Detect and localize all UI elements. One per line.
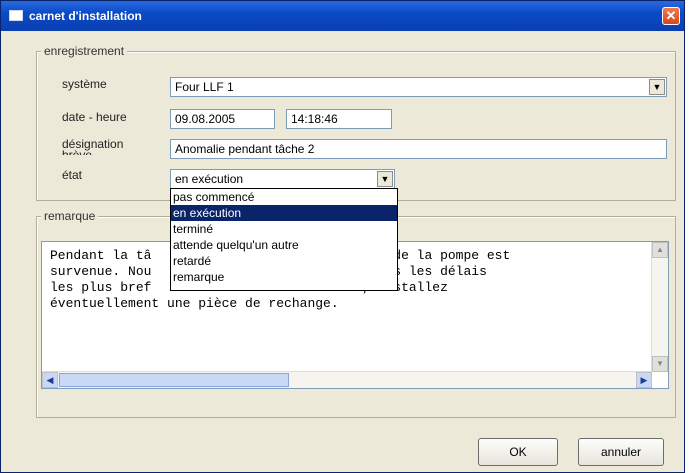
designation-value: Anomalie pendant tâche 2 <box>175 142 315 156</box>
dropdown-option[interactable]: pas commencé <box>171 189 397 205</box>
window-title: carnet d'installation <box>29 9 142 23</box>
remark-line-3: les plus bref <box>50 280 152 295</box>
window-icon <box>9 10 23 21</box>
date-value: 09.08.2005 <box>175 112 236 126</box>
designation-field[interactable]: Anomalie pendant tâche 2 <box>170 139 667 159</box>
vertical-scrollbar[interactable]: ▲ ▼ <box>651 242 668 372</box>
ok-button[interactable]: OK <box>478 438 558 466</box>
horizontal-scrollbar[interactable]: ◀ ▶ <box>42 371 652 388</box>
close-icon: ✕ <box>665 8 677 23</box>
dropdown-option[interactable]: attende quelqu'un autre <box>171 237 397 253</box>
designation-label-cut: brève <box>62 149 92 155</box>
scroll-left-icon[interactable]: ◀ <box>42 372 58 388</box>
time-value: 14:18:46 <box>291 112 338 126</box>
datetime-label: date - heure <box>62 110 127 124</box>
scroll-up-icon[interactable]: ▲ <box>652 242 668 258</box>
state-dropdown-list[interactable]: pas commencé en exécution terminé attend… <box>170 188 398 291</box>
dropdown-option[interactable]: retardé <box>171 253 397 269</box>
close-button[interactable]: ✕ <box>662 7 680 25</box>
chevron-down-icon[interactable]: ▼ <box>377 171 393 187</box>
installation-log-dialog: carnet d'installation ✕ enregistrement s… <box>0 0 685 473</box>
dropdown-option[interactable]: terminé <box>171 221 397 237</box>
scroll-down-icon[interactable]: ▼ <box>652 356 668 372</box>
remark-line-1: Pendant la tâ <box>50 248 152 263</box>
dropdown-option-selected[interactable]: en exécution <box>171 205 397 221</box>
chevron-down-icon[interactable]: ▼ <box>649 79 665 95</box>
system-label: système <box>62 77 107 91</box>
remark-line-2: survenue. Nou <box>50 264 152 279</box>
dropdown-option[interactable]: remarque <box>171 269 397 285</box>
date-field[interactable]: 09.08.2005 <box>170 109 275 129</box>
remark-legend: remarque <box>41 209 99 223</box>
scroll-right-icon[interactable]: ▶ <box>636 372 652 388</box>
recording-legend: enregistrement <box>41 44 128 58</box>
time-field[interactable]: 14:18:46 <box>286 109 392 129</box>
system-value: Four LLF 1 <box>175 80 234 94</box>
title-bar[interactable]: carnet d'installation ✕ <box>1 1 684 31</box>
horizontal-scroll-thumb[interactable] <box>59 373 289 387</box>
state-value: en exécution <box>175 172 244 186</box>
state-select[interactable]: en exécution ▼ <box>170 169 395 189</box>
remark-line-4: éventuellement une pièce de rechange. <box>50 296 339 311</box>
system-select[interactable]: Four LLF 1 ▼ <box>170 77 667 97</box>
state-label: état <box>62 168 83 182</box>
cancel-button[interactable]: annuler <box>578 438 664 466</box>
